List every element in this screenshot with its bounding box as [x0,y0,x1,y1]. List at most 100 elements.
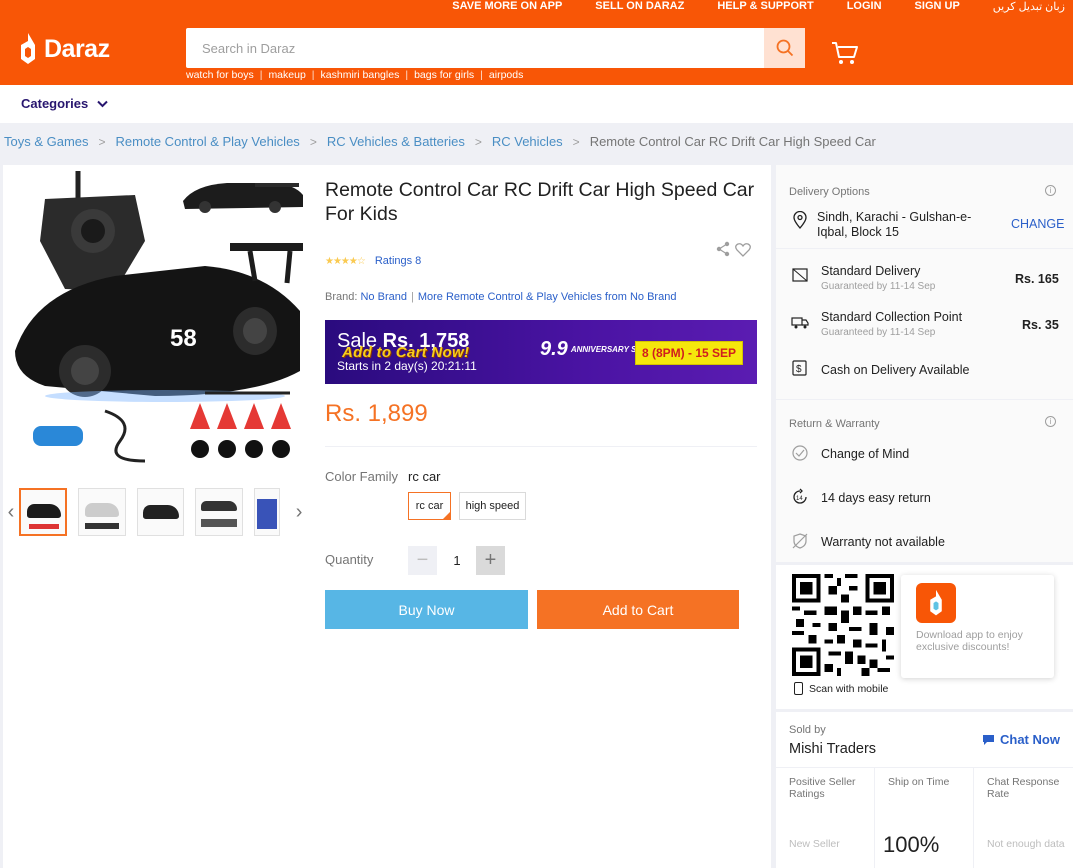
product-price: Rs. 1,899 [325,400,428,427]
cash-icon: $ [792,360,807,376]
categories-label: Categories [21,96,89,111]
metric-value: New Seller [789,838,840,850]
breadcrumb-link[interactable]: RC Vehicles [492,134,563,149]
top-links: SAVE MORE ON APP SELL ON DARAZ HELP & SU… [452,0,1073,14]
quantity-input[interactable]: 1 [441,546,473,575]
color-option-high-speed[interactable]: high speed [459,492,526,520]
cash-on-delivery: Cash on Delivery Available [821,363,970,377]
seller-metric: Chat Response Rate Not enough data [974,768,1073,868]
divider [776,399,1073,400]
keyword-link[interactable]: makeup [268,69,305,81]
more-from-brand-link[interactable]: More Remote Control & Play Vehicles from… [418,291,677,303]
warranty-item: 14 days easy return [821,491,931,505]
delivery-location: Sindh, Karachi - Gulshan-e-Iqbal, Block … [817,210,972,239]
no-warranty-icon [792,533,808,549]
keyword-link[interactable]: airpods [489,69,523,81]
product-main-image[interactable]: 58 [5,171,303,471]
thumbnail-image[interactable] [18,488,67,536]
search-button[interactable] [764,28,805,68]
return-warranty-title: Return & Warranty [789,418,880,430]
quantity-label: Quantity [325,552,374,567]
change-location-link[interactable]: CHANGE [1011,217,1064,231]
keyword-link[interactable]: watch for boys [186,69,254,81]
package-icon [792,268,808,282]
breadcrumb-current: Remote Control Car RC Drift Car High Spe… [589,134,876,149]
share-icon[interactable] [715,241,731,257]
logo-text: Daraz [44,34,110,63]
brand-row: Brand: No Brand | More Remote Control & Pl… [325,291,677,303]
keyword-link[interactable]: kashmiri bangles [321,69,400,81]
product-title: Remote Control Car RC Drift Car High Spe… [325,179,755,225]
seller-metric: Ship on Time 100% [875,768,974,868]
seller-name[interactable]: Mishi Traders [789,741,876,757]
product-main-panel: 58 ‹ › Remote Control Car RC Drift Car H… [3,165,771,868]
language-switch-link[interactable]: زبان تبدیل کریں [993,0,1065,14]
help-support-link[interactable]: HELP & SUPPORT [717,0,813,14]
collection-point-guarantee: Guaranteed by 11-14 Sep [821,327,936,338]
divider [776,248,1073,249]
download-app-card[interactable]: Download app to enjoy exclusive discount… [901,575,1054,678]
breadcrumb-link[interactable]: Toys & Games [4,134,89,149]
thumbnail-image[interactable] [195,488,244,536]
color-option-rc-car[interactable]: rc car [408,492,451,520]
sell-on-daraz-link[interactable]: SELL ON DARAZ [595,0,684,14]
login-link[interactable]: LOGIN [847,0,882,14]
share-wishlist [715,241,751,257]
svg-text:58: 58 [170,325,197,352]
categories-dropdown[interactable]: Categories [21,96,108,111]
add-to-cart-button[interactable]: Add to Cart [537,590,739,629]
daraz-logo[interactable]: Daraz [18,32,110,66]
breadcrumb-link[interactable]: RC Vehicles & Batteries [327,134,465,149]
thumbnail-image[interactable] [77,488,126,536]
quantity-decrease-button[interactable]: − [408,546,437,575]
scan-with-mobile: Scan with mobile [794,682,888,695]
search-icon [776,39,793,57]
warranty-item: Warranty not available [821,535,945,549]
color-family-value: rc car [408,469,441,484]
breadcrumb: Toys & Games > Remote Control & Play Vehi… [4,134,876,149]
info-icon[interactable]: i [1045,416,1056,427]
ratings-link[interactable]: Ratings 8 [375,255,421,267]
svg-text:$: $ [796,364,802,375]
quantity-increase-button[interactable]: + [476,546,505,575]
chevron-right-icon[interactable]: › [291,501,307,523]
seller-panel: Sold by Mishi Traders Chat Now Positive … [776,712,1073,868]
collection-point-price: Rs. 35 [1022,318,1059,332]
search-input[interactable] [186,28,764,68]
warranty-item: Change of Mind [821,447,910,461]
star-rating-icon: ★★★★☆ [325,255,366,267]
brand-link[interactable]: No Brand [360,291,406,303]
signup-link[interactable]: SIGN UP [915,0,960,14]
buy-now-button[interactable]: Buy Now [325,590,528,629]
daraz-app-icon [916,583,956,623]
thumbnail-image[interactable] [136,488,185,536]
rating-row: ★★★★☆ Ratings 8 [325,255,421,267]
breadcrumb-link[interactable]: Remote Control & Play Vehicles [116,134,300,149]
save-more-on-app-link[interactable]: SAVE MORE ON APP [452,0,562,14]
thumbnail-image[interactable] [254,488,281,536]
info-icon[interactable]: i [1045,185,1056,196]
chevron-right-icon: > [98,134,106,149]
sale-banner[interactable]: Sale Rs. 1,758 Add to Cart Now! Starts i… [325,320,757,384]
cart-icon[interactable] [831,40,859,66]
brand-label: Brand: [325,291,358,303]
chat-now-button[interactable]: Chat Now [982,732,1060,747]
phone-icon [794,682,803,695]
return-icon: 14 [793,488,807,504]
heart-icon[interactable] [735,242,751,257]
chevron-right-icon: > [309,134,317,149]
metric-label: Chat Response Rate [987,776,1060,800]
thumbnail-strip: ‹ › [3,487,307,537]
chevron-right-icon: > [474,134,482,149]
chat-icon [983,734,994,745]
keyword-link[interactable]: bags for girls [414,69,474,81]
delivery-panel: Delivery Options i Sindh, Karachi - Guls… [776,165,1073,562]
qr-code[interactable] [792,574,894,676]
chevron-left-icon[interactable]: ‹ [3,501,19,523]
location-pin-icon [793,211,807,229]
svg-text:14: 14 [796,496,803,502]
standard-delivery-label: Standard Delivery [821,264,921,278]
delivery-options-title: Delivery Options [789,186,870,198]
chevron-right-icon: > [572,134,580,149]
download-app-text: Download app to enjoy exclusive discount… [916,629,1023,653]
